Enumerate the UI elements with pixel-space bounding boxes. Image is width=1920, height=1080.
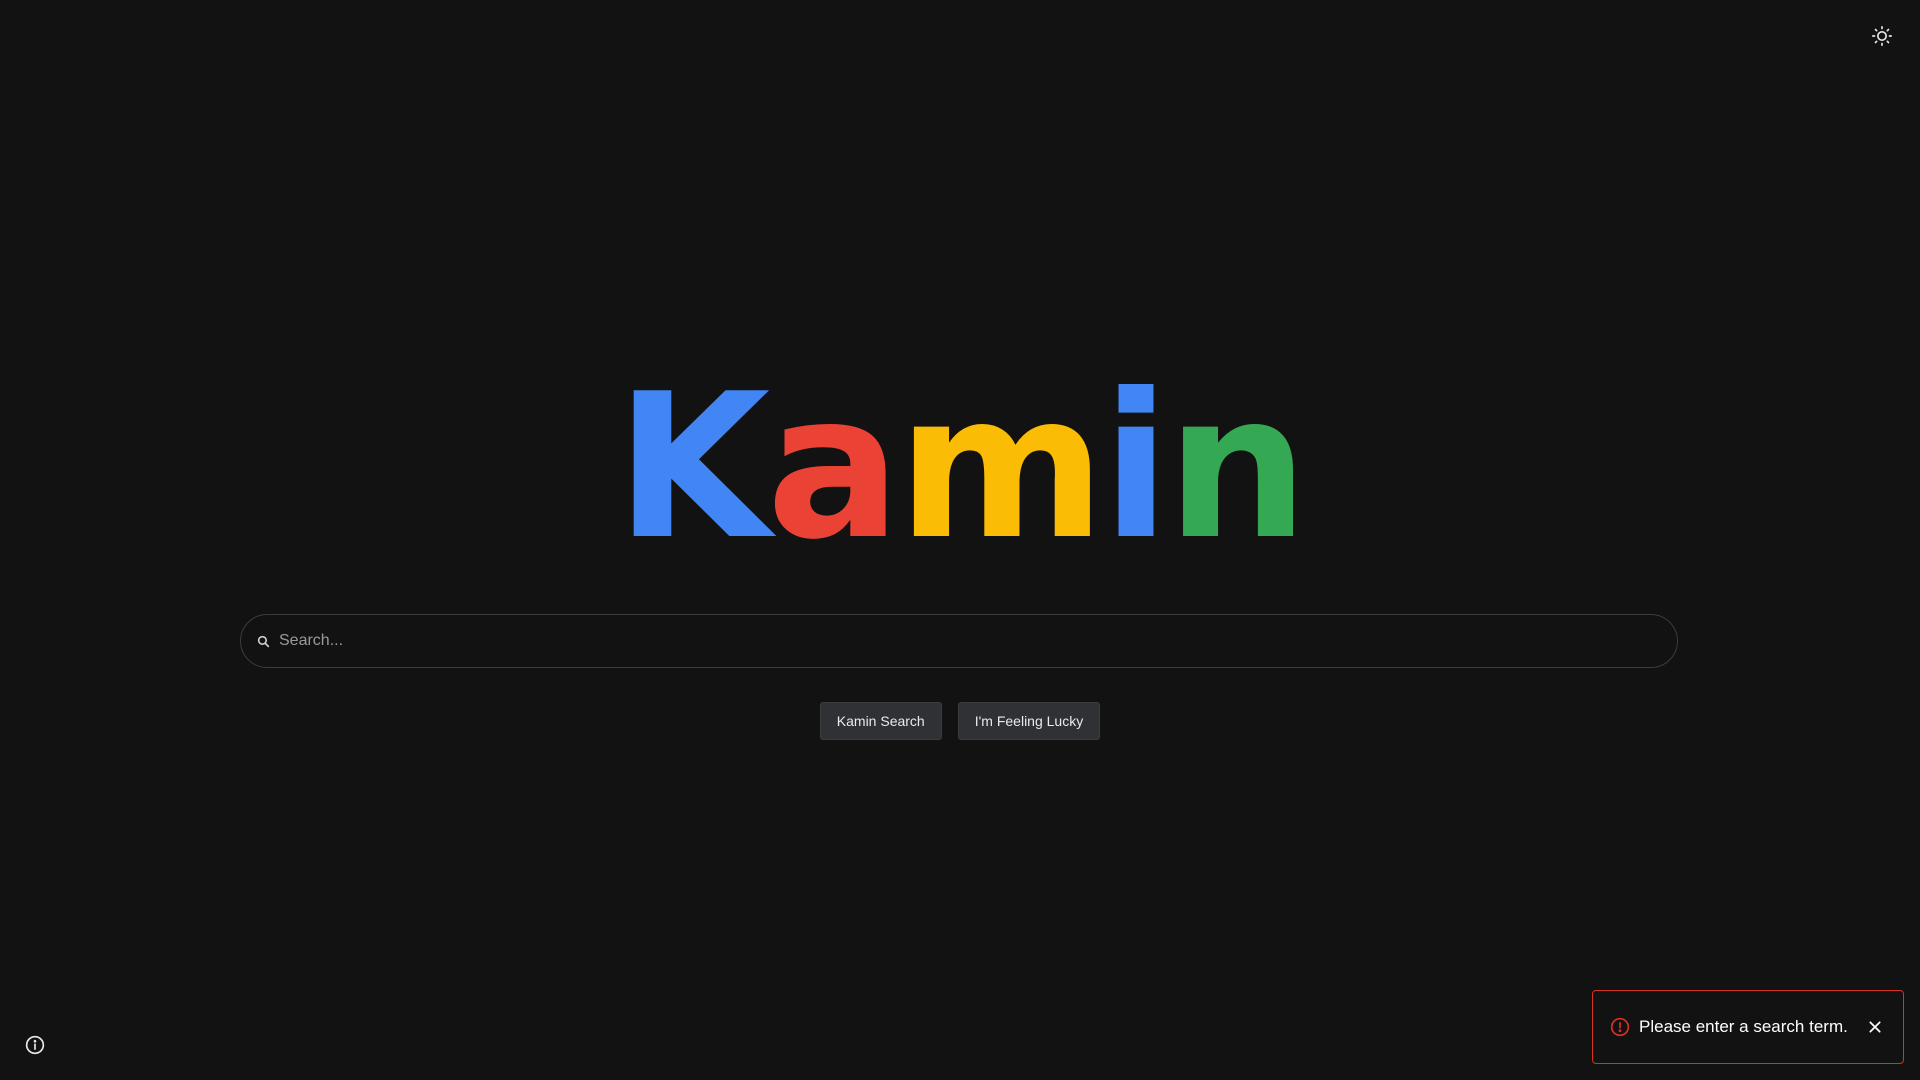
search-input[interactable]: [279, 615, 1677, 667]
feeling-lucky-button[interactable]: I'm Feeling Lucky: [957, 702, 1101, 740]
theme-toggle-button[interactable]: [1868, 22, 1896, 50]
close-icon[interactable]: [1865, 1017, 1885, 1037]
error-toast: Please enter a search term.: [1592, 990, 1904, 1064]
alert-circle-icon: [1609, 1016, 1631, 1038]
logo-letter: a: [766, 351, 901, 584]
info-button[interactable]: [24, 1034, 46, 1056]
search-actions: Kamin Search I'm Feeling Lucky: [0, 702, 1920, 740]
search-home-page: Kamin Kamin Search I'm Feeling Lucky: [0, 0, 1920, 1080]
sun-icon: [1872, 26, 1892, 46]
info-icon: [25, 1035, 45, 1055]
logo-letter: i: [1101, 351, 1171, 584]
kamin-search-button[interactable]: Kamin Search: [819, 702, 942, 740]
toast-message: Please enter a search term.: [1639, 1017, 1848, 1036]
search-icon: [255, 633, 271, 649]
logo-letter: m: [897, 351, 1105, 584]
logo-letter: n: [1166, 351, 1308, 584]
kamin-logo: Kamin: [0, 368, 1920, 568]
search-bar[interactable]: [240, 614, 1678, 668]
logo-letter: K: [615, 351, 770, 584]
